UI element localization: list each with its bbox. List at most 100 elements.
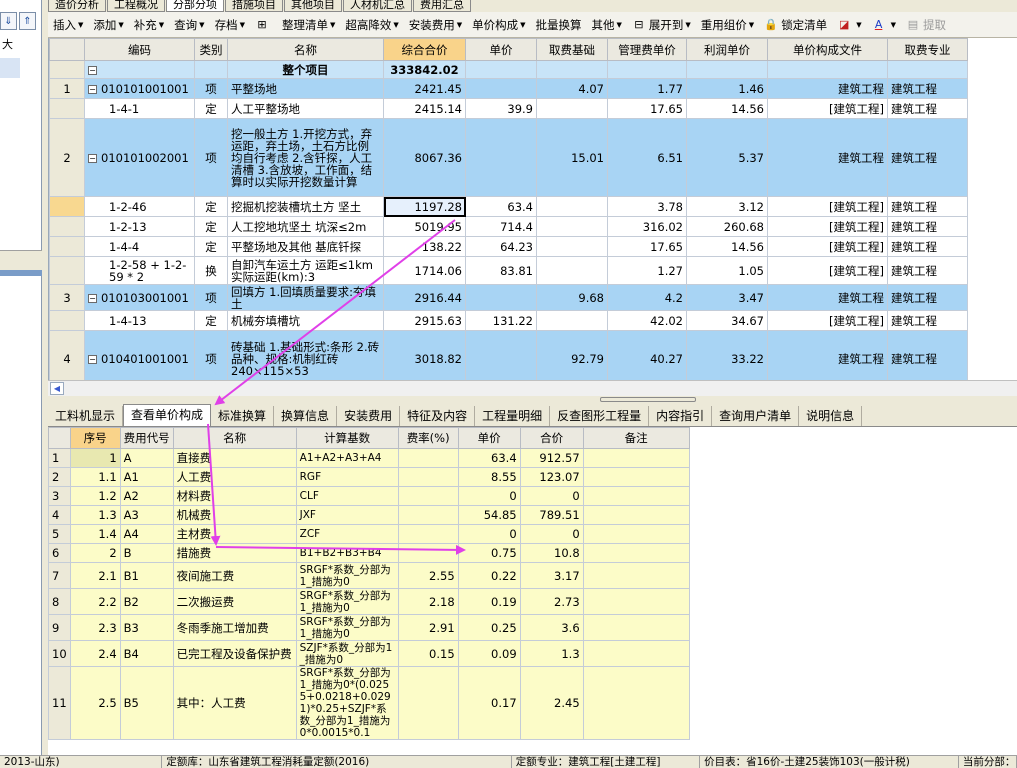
profit-cell[interactable]: 3.12 <box>686 196 768 217</box>
specialty-cell[interactable]: 建筑工程 <box>887 310 968 331</box>
table-row[interactable]: 1-4-13 定机械夯填槽坑 2915.63 131.22 42.02 34.67 [建筑工… <box>49 310 968 331</box>
code-cell[interactable]: B1 <box>119 562 174 589</box>
table-row[interactable]: 3 1.2 A2 材料费 CLF 0 0 <box>48 486 690 506</box>
toolbar-button[interactable]: 查询 ▼ <box>169 14 209 36</box>
unit-cell[interactable]: 64.23 <box>465 236 537 257</box>
total-price-cell[interactable]: 2916.44 <box>383 284 466 311</box>
unit-cell[interactable]: 131.22 <box>465 310 537 331</box>
total-price-cell[interactable]: 2421.45 <box>383 78 466 99</box>
total-price-cell[interactable]: 2415.14 <box>383 98 466 119</box>
toolbar-button[interactable]: 批量换算 <box>531 14 587 36</box>
rate-cell[interactable]: 2.91 <box>397 614 459 641</box>
specialty-cell[interactable]: 建筑工程 <box>887 236 968 257</box>
code-cell[interactable]: A1 <box>119 467 174 487</box>
unit-price-cell[interactable]: 0 <box>457 486 521 506</box>
row-header[interactable]: 2 <box>48 467 71 487</box>
unit-cell[interactable] <box>465 118 537 197</box>
toolbar-button[interactable]: 🔒 锁定清单 <box>759 14 832 36</box>
row-header[interactable]: 8 <box>48 588 71 615</box>
toolbar-button[interactable]: ▤ 提取 <box>901 14 951 36</box>
base-cell[interactable]: B1+B2+B3+B4 <box>295 543 399 563</box>
code-cell[interactable]: A2 <box>119 486 174 506</box>
price-file-cell[interactable]: 建筑工程 <box>767 284 888 311</box>
table-row[interactable]: 1-2-13 定人工挖地坑坚土 坑深≤2m 5019.95 714.4 316.02 26… <box>49 216 968 237</box>
column-header[interactable]: 编码 <box>84 38 195 61</box>
code-cell[interactable]: 1-4-1 <box>84 98 195 119</box>
total-cell[interactable]: 0 <box>519 524 584 544</box>
note-cell[interactable] <box>582 614 690 641</box>
row-header[interactable]: 7 <box>48 562 71 589</box>
specialty-cell[interactable]: 建筑工程 <box>887 196 968 217</box>
column-header[interactable]: 计算基数 <box>295 427 399 449</box>
table-row[interactable]: 4 1.3 A3 机械费 JXF 54.85 789.51 <box>48 505 690 525</box>
toolbar-button[interactable]: 超高降效 ▼ <box>340 14 403 36</box>
column-header[interactable]: 管理费单价 <box>607 38 687 61</box>
row-header[interactable]: 4 <box>49 330 85 380</box>
column-header[interactable]: 序号 <box>69 427 121 449</box>
code-cell[interactable]: B3 <box>119 614 174 641</box>
table-row[interactable]: 1-2-58 + 1-2-59 * 2 换自卸汽车运土方 运距≤1km 实际运距(… <box>49 256 968 285</box>
code-cell[interactable]: B <box>119 543 174 563</box>
mgmt-cell[interactable]: 316.02 <box>607 216 687 237</box>
seq-cell[interactable]: 2 <box>69 543 121 563</box>
collapse-toggle-icon[interactable]: − <box>88 65 97 75</box>
specialty-cell[interactable]: 建筑工程 <box>887 78 968 99</box>
specialty-cell[interactable]: 建筑工程 <box>887 98 968 119</box>
column-header[interactable]: 取费基础 <box>536 38 608 61</box>
row-header[interactable]: 2 <box>49 118 85 197</box>
unit-cell[interactable]: 83.81 <box>465 256 537 285</box>
table-row[interactable]: 8 2.2 B2 二次搬运费 SRGF*系数_分部为1_措施为0 2.18 0.19 2.73 <box>48 588 690 615</box>
toolbar-button[interactable]: 其他 ▼ <box>587 14 627 36</box>
total-price-cell[interactable]: 5019.95 <box>383 216 466 237</box>
price-file-cell[interactable]: [建筑工程] <box>767 256 888 285</box>
unit-price-cell[interactable]: 63.4 <box>457 448 521 468</box>
base-cell[interactable]: SRGF*系数_分部为1_措施为0 <box>295 562 399 589</box>
seq-cell[interactable]: 1 <box>69 448 121 468</box>
price-file-cell[interactable]: [建筑工程] <box>767 216 888 237</box>
note-cell[interactable] <box>582 467 690 487</box>
total-price-cell[interactable]: 1714.06 <box>383 256 466 285</box>
left-panel-selected-item[interactable] <box>0 58 20 78</box>
code-cell[interactable]: 1-2-58 + 1-2-59 * 2 <box>84 256 195 285</box>
total-cell[interactable]: 123.07 <box>519 467 584 487</box>
unit-cell[interactable] <box>465 78 537 99</box>
collapse-down-button[interactable]: ⇓ <box>0 12 17 30</box>
pane-splitter[interactable] <box>600 397 696 402</box>
total-cell[interactable]: 0 <box>519 486 584 506</box>
row-header[interactable]: 3 <box>49 284 85 311</box>
base-cell[interactable]: 92.79 <box>536 330 608 380</box>
code-cell[interactable]: A3 <box>119 505 174 525</box>
row-header[interactable]: 5 <box>48 524 71 544</box>
code-cell[interactable]: 1-4-4 <box>84 236 195 257</box>
table-row[interactable]: 1−010101001001 项平整场地 2421.45 4.07 1.77 1.46 建筑… <box>49 78 968 99</box>
base-cell[interactable]: RGF <box>295 467 399 487</box>
unit-cell[interactable] <box>465 330 537 380</box>
toolbar-button[interactable]: 安装费用 ▼ <box>404 14 467 36</box>
column-header[interactable]: 单价 <box>465 38 537 61</box>
table-row[interactable]: 7 2.1 B1 夜间施工费 SRGF*系数_分部为1_措施为0 2.55 0.22 3.17 <box>48 562 690 589</box>
name-cell[interactable]: 冬雨季施工增加费 <box>172 614 297 641</box>
bottom-tab[interactable]: 工程量明细 <box>475 406 551 426</box>
collapse-toggle-icon[interactable]: − <box>88 354 97 364</box>
table-row[interactable]: 3−010103001001 项回填方 1.回填质量要求:夯填土 2916.44 9.… <box>49 284 968 311</box>
seq-cell[interactable]: 1.3 <box>69 505 121 525</box>
note-cell[interactable] <box>582 562 690 589</box>
bottom-tab[interactable]: 内容指引 <box>649 406 713 426</box>
total-price-cell[interactable]: 2915.63 <box>383 310 466 331</box>
note-cell[interactable] <box>582 505 690 525</box>
specialty-cell[interactable]: 建筑工程 <box>887 216 968 237</box>
rate-cell[interactable]: 2.55 <box>397 562 459 589</box>
base-cell[interactable]: JXF <box>295 505 399 525</box>
collapse-up-button[interactable]: ⇑ <box>19 12 36 30</box>
bottom-tab[interactable]: 查询用户清单 <box>712 406 800 426</box>
row-header[interactable] <box>49 256 85 285</box>
base-cell[interactable] <box>536 98 608 119</box>
column-header[interactable]: 取费专业 <box>887 38 968 61</box>
unit-price-cell[interactable]: 54.85 <box>457 505 521 525</box>
seq-cell[interactable]: 2.2 <box>69 588 121 615</box>
code-cell[interactable]: B4 <box>119 640 174 667</box>
code-cell[interactable]: −010401001001 <box>84 330 195 380</box>
column-header[interactable]: 费用代号 <box>119 427 174 449</box>
table-row[interactable]: 9 2.3 B3 冬雨季施工增加费 SRGF*系数_分部为1_措施为0 2.91 0.25 3… <box>48 614 690 641</box>
code-cell[interactable]: A <box>119 448 174 468</box>
